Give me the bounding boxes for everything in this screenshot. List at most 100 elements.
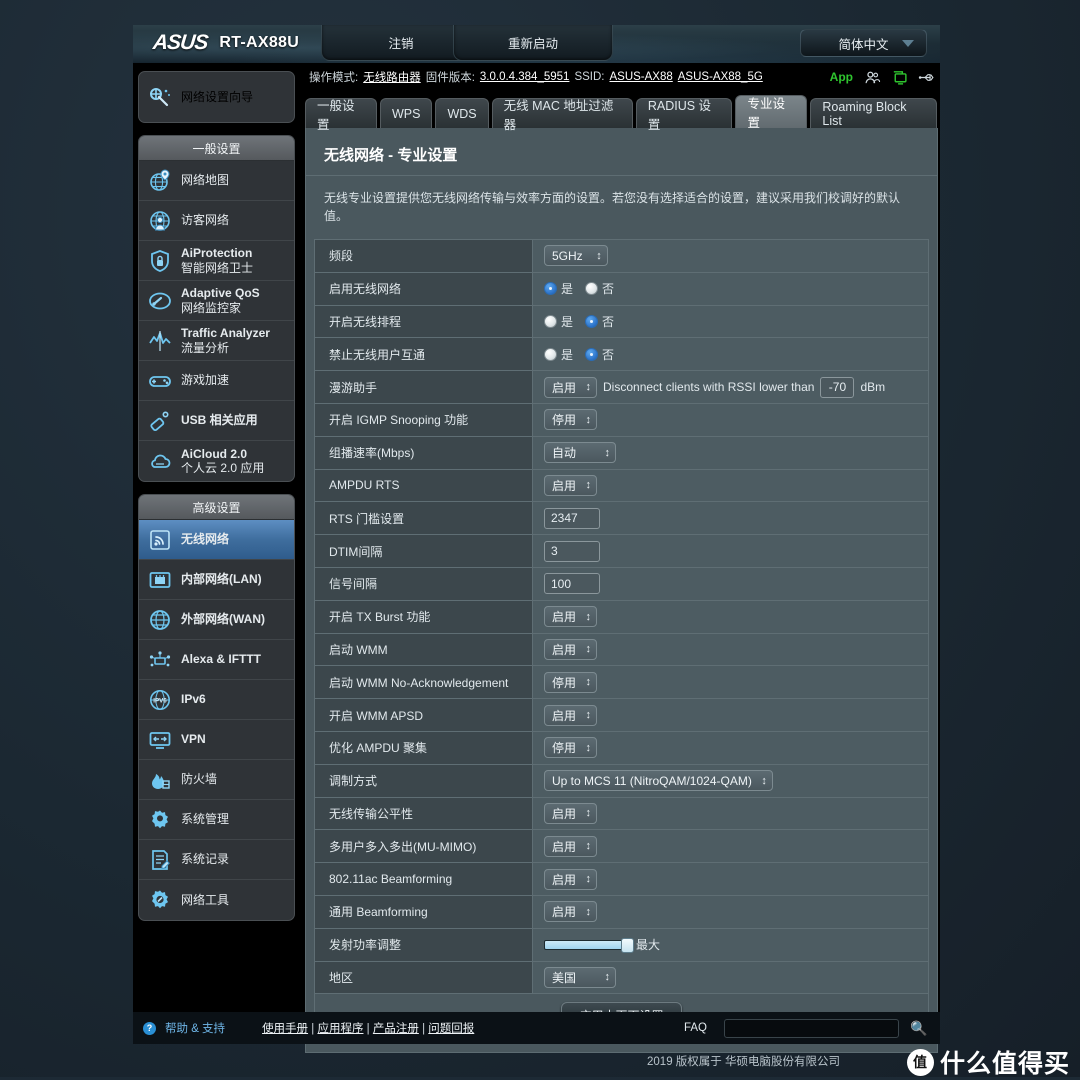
sidebar-item-usb-application[interactable]: USB 相关应用 [139, 401, 294, 441]
link-separator: | [366, 1023, 370, 1035]
slider-knob[interactable] [621, 937, 634, 953]
sidebar-item-vpn[interactable]: VPN [139, 720, 294, 760]
enable-wireless-yes[interactable]: 是 [544, 280, 573, 297]
tab-wps[interactable]: WPS [379, 98, 433, 128]
faq-search-input[interactable] [724, 1018, 899, 1038]
modulation-scheme-select[interactable]: Up to MCS 11 (NitroQAM/1024-QAM) [544, 770, 773, 792]
product-registration-link[interactable]: 产品注册 [373, 1023, 419, 1035]
sidebar: 网络设置向导 一般设置 网络地图 访客网络 AiProtection 智能网络卫… [133, 63, 303, 1044]
firmware-version-value[interactable]: 3.0.0.4.384_5951 [480, 71, 570, 83]
ssid-24g-value[interactable]: ASUS-AX88 [609, 71, 672, 83]
row-value: 启用 [533, 830, 928, 863]
row-value: 启用 [533, 895, 928, 928]
row-label: 无线传输公平性 [315, 797, 533, 830]
roaming-rssi-input[interactable]: -70 [820, 376, 855, 398]
roaming-enable-select[interactable]: 启用 [544, 376, 598, 398]
brand-area: ASUS RT-AX88U [151, 31, 300, 55]
sidebar-item-aicloud[interactable]: AiCloud 2.0 个人云 2.0 应用 [139, 441, 294, 481]
sidebar-item-adaptive-qos[interactable]: Adaptive QoS 网络监控家 [139, 281, 294, 321]
operation-mode-value[interactable]: 无线路由器 [363, 69, 421, 85]
sidebar-item-administration[interactable]: 系统管理 [139, 800, 294, 840]
sidebar-item-label: AiCloud 2.0 个人云 2.0 应用 [181, 447, 264, 475]
usb-port-icon[interactable] [918, 69, 935, 86]
radio-label: 否 [602, 314, 615, 329]
tx-burst-select[interactable]: 启用 [544, 606, 598, 628]
sidebar-item-lan[interactable]: 内部网络(LAN) [139, 560, 294, 600]
radio-dot-icon [585, 314, 599, 328]
footer-links: 使用手册 | 应用程序 | 产品注册 | 问题回报 [262, 1020, 474, 1036]
ampdu-optimization-select[interactable]: 停用 [544, 737, 598, 759]
sidebar-item-firewall[interactable]: 防火墙 [139, 760, 294, 800]
sidebar-item-guest-network[interactable]: 访客网络 [139, 201, 294, 241]
row-value: 是 否 [533, 305, 928, 338]
row-tx-power: 发射功率调整 最大 [315, 928, 928, 962]
row-value: 启用 [533, 633, 928, 666]
sidebar-item-aiprotection[interactable]: AiProtection 智能网络卫士 [139, 241, 294, 281]
sidebar-item-game-boost[interactable]: 游戏加速 [139, 361, 294, 401]
clients-icon[interactable] [864, 69, 881, 86]
tab-wds[interactable]: WDS [435, 98, 489, 128]
ampdu-rts-select[interactable]: 启用 [544, 474, 598, 496]
tab-professional[interactable]: 专业设置 [735, 95, 808, 130]
row-igmp-snooping: 开启 IGMP Snooping 功能 停用 [315, 403, 928, 437]
language-selector[interactable]: 简体中文 [800, 29, 927, 57]
tab-mac-filter[interactable]: 无线 MAC 地址过滤器 [491, 98, 633, 132]
monitor-icon[interactable] [891, 69, 908, 86]
feedback-link[interactable]: 问题回报 [428, 1023, 474, 1035]
beamforming-universal-select[interactable]: 启用 [544, 901, 598, 923]
sidebar-item-system-log[interactable]: 系统记录 [139, 840, 294, 880]
sidebar-item-label: 内部网络(LAN) [181, 572, 262, 587]
radio-dot-icon [544, 314, 557, 328]
apps-link[interactable]: 应用程序 [317, 1023, 363, 1035]
router-model: RT-AX88U [219, 34, 300, 51]
sidebar-item-wireless[interactable]: 无线网络 [139, 520, 294, 560]
row-label: 地区 [315, 961, 533, 994]
row-region: 地区 美国 [315, 961, 928, 995]
enable-schedule-yes[interactable]: 是 [544, 313, 573, 330]
igmp-snooping-select[interactable]: 停用 [544, 409, 598, 431]
sidebar-item-traffic-analyzer[interactable]: Traffic Analyzer 流量分析 [139, 321, 294, 361]
region-select[interactable]: 美国 [544, 966, 616, 988]
dtim-interval-input[interactable]: 3 [544, 540, 600, 562]
wmm-noack-select[interactable]: 停用 [544, 671, 598, 693]
reboot-button[interactable]: 重新启动 [453, 25, 613, 61]
tab-general[interactable]: 一般设置 [305, 98, 377, 132]
sidebar-item-network-tools[interactable]: 网络工具 [139, 880, 294, 920]
sidebar-item-alexa-ifttt[interactable]: Alexa & IFTTT [139, 640, 294, 680]
enable-wireless-no[interactable]: 否 [585, 280, 614, 297]
sidebar-item-wizard[interactable]: 网络设置向导 [139, 72, 294, 122]
sidebar-item-wan[interactable]: 外部网络(WAN) [139, 600, 294, 640]
enable-schedule-no[interactable]: 否 [585, 313, 614, 330]
status-info-bar: 操作模式: 无线路由器 固件版本: 3.0.0.4.384_5951 SSID:… [303, 63, 940, 91]
beacon-interval-input[interactable]: 100 [544, 573, 600, 595]
tab-radius[interactable]: RADIUS 设置 [635, 98, 733, 132]
row-label: 多用户多入多出(MU-MIMO) [315, 830, 533, 863]
row-value: 3 [533, 535, 928, 567]
search-icon[interactable]: 🔍 [910, 1020, 934, 1037]
beamforming-ac-select[interactable]: 启用 [544, 868, 598, 890]
gauge-icon [149, 292, 171, 309]
block-intra-yes[interactable]: 是 [544, 346, 573, 363]
rts-threshold-input[interactable]: 2347 [544, 507, 600, 529]
tx-power-slider[interactable] [544, 937, 634, 953]
row-label: 优化 AMPDU 聚集 [315, 731, 533, 764]
airtime-fairness-select[interactable]: 启用 [544, 802, 598, 824]
sidebar-item-ipv6[interactable]: IPV6 IPv6 [139, 680, 294, 720]
band-select[interactable]: 5GHz [544, 245, 608, 267]
wmm-apsd-select[interactable]: 启用 [544, 704, 598, 726]
tab-roaming-block-list[interactable]: Roaming Block List [810, 98, 938, 128]
multicast-rate-select[interactable]: 自动 [544, 442, 616, 464]
row-wmm: 启动 WMM 启用 [315, 633, 928, 667]
watermark-badge-icon: 值 [906, 1048, 934, 1076]
asus-logo: ASUS [151, 31, 209, 54]
ssid-5g-value[interactable]: ASUS-AX88_5G [678, 71, 763, 83]
mumimo-select[interactable]: 启用 [544, 835, 598, 857]
app-link[interactable]: App [830, 70, 853, 84]
sidebar-item-network-map[interactable]: 网络地图 [139, 161, 294, 201]
language-selector-value: 简体中文 [838, 37, 889, 52]
manual-link[interactable]: 使用手册 [262, 1023, 308, 1035]
help-support-link[interactable]: 帮助 & 支持 [165, 1020, 225, 1036]
radio-dot-icon [585, 347, 599, 361]
wmm-select[interactable]: 启用 [544, 638, 598, 660]
block-intra-no[interactable]: 否 [585, 346, 614, 363]
